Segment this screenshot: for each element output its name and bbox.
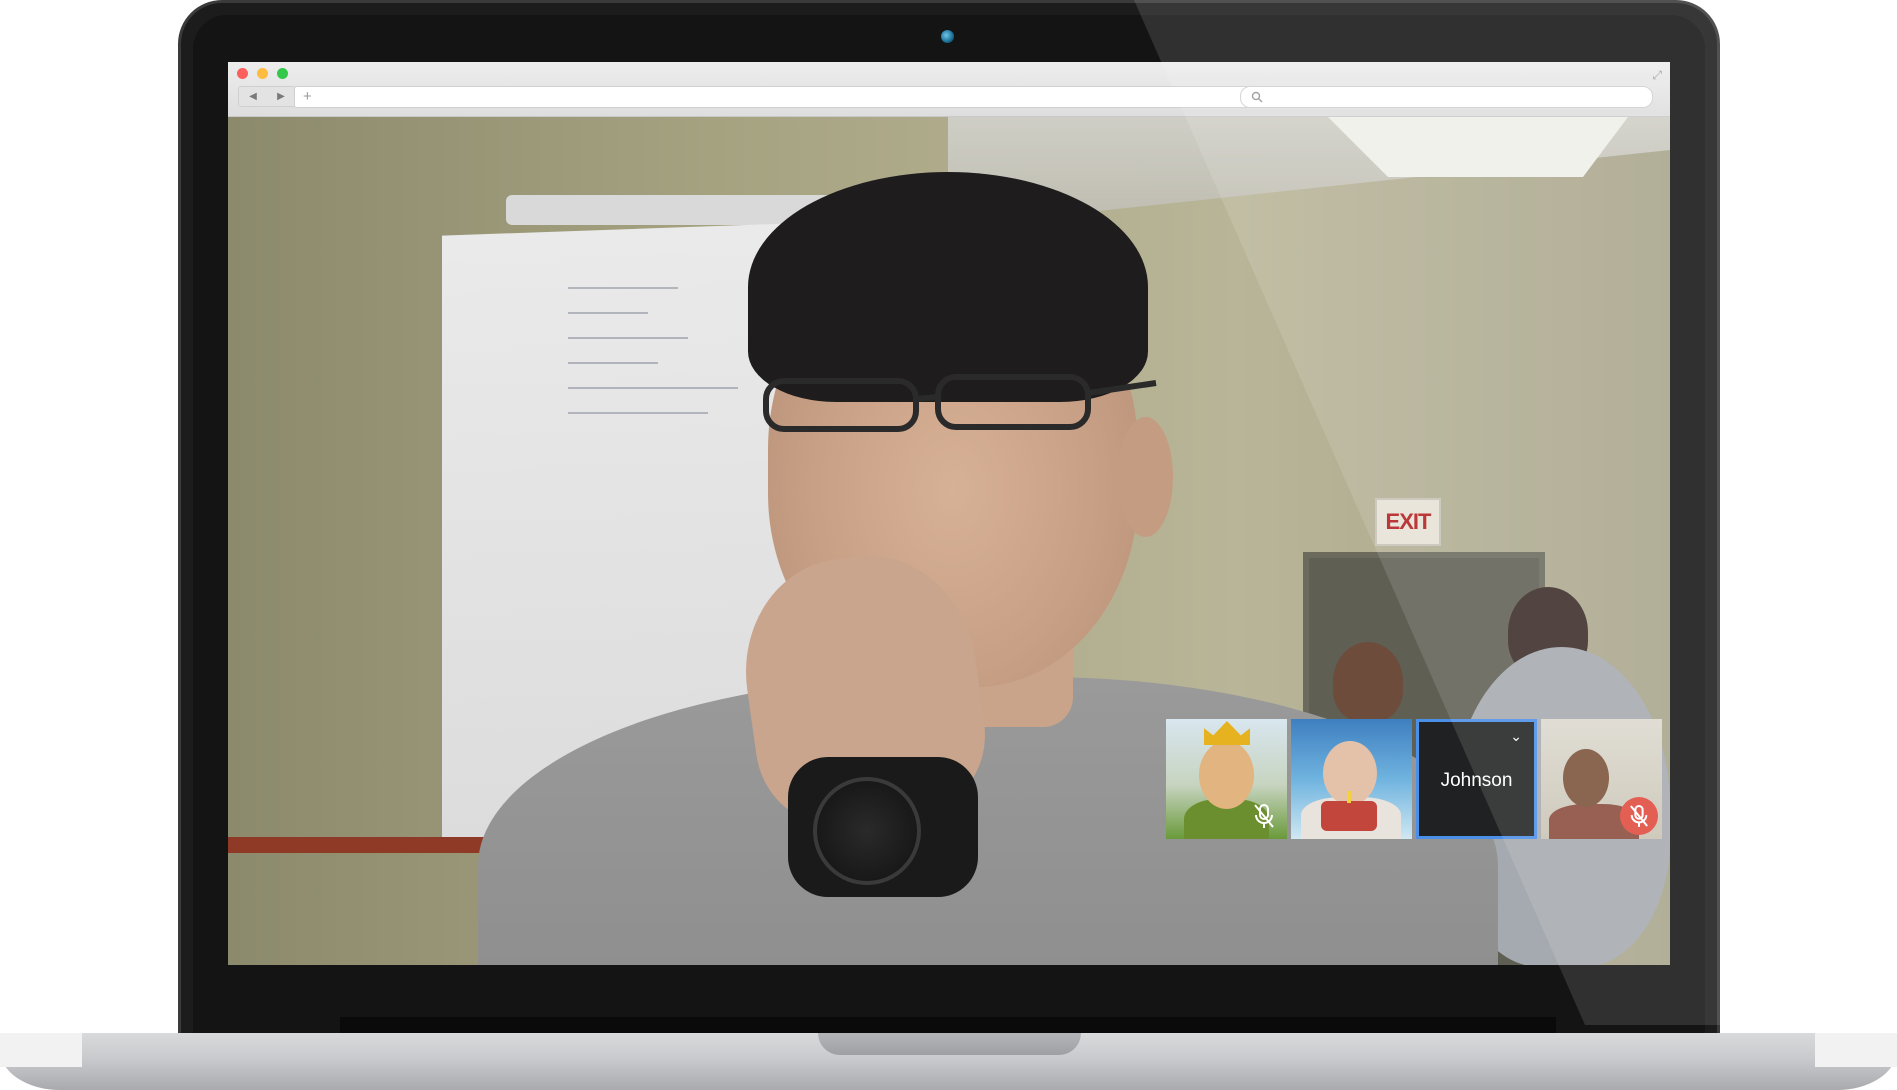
- new-tab-button[interactable]: +: [303, 87, 312, 107]
- participant-strip: ⌄ Johnson: [1166, 719, 1662, 839]
- participant-tile[interactable]: [1291, 719, 1412, 839]
- participant-head: [1199, 741, 1254, 809]
- back-button[interactable]: ◀: [239, 87, 267, 106]
- whiteboard-writing: [568, 387, 738, 389]
- crown-icon: [1204, 721, 1250, 745]
- search-field[interactable]: [1240, 86, 1653, 108]
- base-edge-right: [1815, 1033, 1897, 1067]
- exit-sign: EXIT: [1375, 498, 1441, 546]
- background-person-head: [1333, 642, 1403, 722]
- mic-off-icon: [1630, 804, 1648, 827]
- participant-name: Johnson: [1440, 770, 1513, 791]
- zoom-window-button[interactable]: [277, 68, 288, 79]
- participant-tile-selected[interactable]: ⌄ Johnson: [1416, 719, 1537, 839]
- participant-head: [1563, 749, 1609, 807]
- speaker-glasses: [763, 374, 1157, 432]
- participant-tile[interactable]: [1541, 719, 1662, 839]
- minimize-window-button[interactable]: [257, 68, 268, 79]
- whiteboard-writing: [568, 362, 658, 364]
- forward-button[interactable]: ▶: [267, 87, 295, 106]
- browser-window: ◀ ▶ + ⤢ EXIT ⌄ Johnson: [228, 62, 1670, 965]
- laptop-hinge: [340, 1017, 1556, 1033]
- fullscreen-icon[interactable]: ⤢: [1652, 68, 1662, 83]
- participant-tile[interactable]: [1166, 719, 1287, 839]
- watch-face: [813, 777, 921, 885]
- muted-badge: [1620, 797, 1658, 835]
- candle-icon: [1347, 791, 1351, 803]
- whiteboard-writing: [568, 337, 688, 339]
- main-video-feed[interactable]: EXIT ⌄ Johnson: [228, 117, 1670, 965]
- webcam-icon: [941, 30, 954, 43]
- nav-buttons: ◀ ▶: [238, 86, 296, 107]
- base-edge-left: [0, 1033, 82, 1067]
- chevron-down-icon[interactable]: ⌄: [1510, 728, 1522, 745]
- browser-toolbar: ◀ ▶ + ⤢: [228, 62, 1670, 117]
- wall-trim: [228, 837, 488, 853]
- whiteboard-writing: [568, 287, 678, 289]
- mic-off-icon: [1254, 804, 1274, 828]
- whiteboard-writing: [568, 312, 648, 314]
- cake-icon: [1321, 801, 1377, 831]
- search-icon: [1251, 91, 1263, 103]
- close-window-button[interactable]: [237, 68, 248, 79]
- whiteboard-writing: [568, 412, 708, 414]
- laptop-notch: [818, 1033, 1081, 1055]
